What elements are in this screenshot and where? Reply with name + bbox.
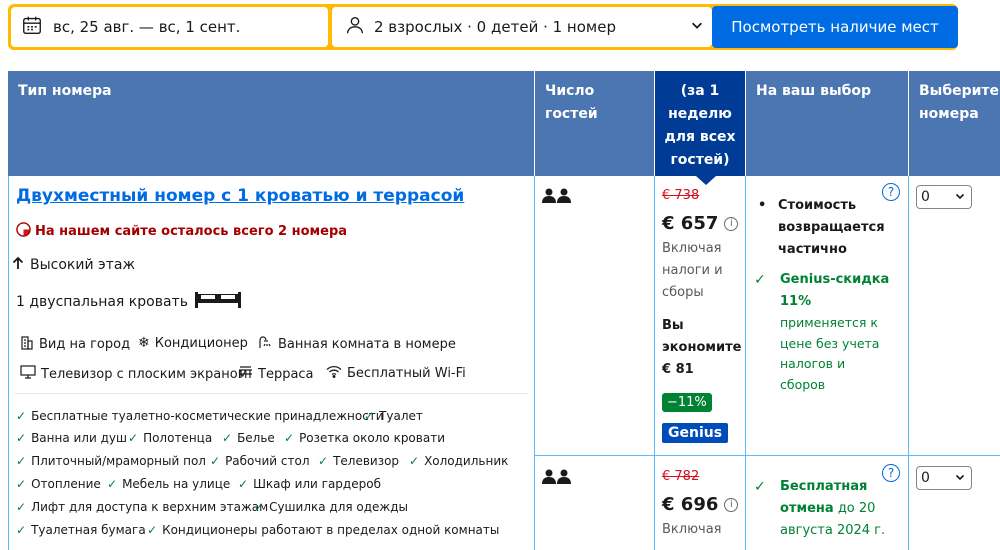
old-price: € 738	[662, 188, 700, 203]
floor-info: Высокий этаж	[12, 256, 135, 274]
shower-icon	[258, 335, 273, 354]
taxes-note: Включая налоги и сборы	[662, 241, 723, 300]
amenity-item: ✓ Ванна или душ	[16, 431, 127, 445]
check-icon: ✓	[284, 431, 295, 445]
check-icon: ✓	[107, 477, 118, 491]
terrace-icon	[238, 365, 253, 383]
amenity-item: ✓ Рабочий стол	[210, 454, 310, 468]
amenity-item: ✓ Розетка около кровати	[284, 431, 445, 445]
double-bed-icon	[194, 291, 242, 313]
amenity-item: ✓ Сушилка для одежды	[254, 500, 409, 514]
check-availability-button[interactable]: Посмотреть наличие мест	[712, 6, 958, 48]
amenity-item: ✓ Бесплатные туалетно-косметические прина…	[16, 409, 384, 423]
wifi-icon	[326, 365, 342, 382]
room-count-select[interactable]: 0	[916, 466, 972, 490]
two-persons-icon	[542, 469, 572, 488]
amenity-item: ✓ Туалетная бумага	[16, 523, 146, 537]
taxes-note: Включая	[662, 522, 722, 537]
header-choice: На ваш выбор	[746, 71, 908, 176]
amenity-item: ✓ Холодильник	[409, 454, 509, 468]
free-cancellation: ✓ Бесплатная отмена до 20 августа 2024 г…	[754, 476, 894, 542]
amenity-item: ✓ Мебель на улице	[107, 477, 231, 491]
check-icon: ✓	[210, 454, 221, 468]
help-icon[interactable]: ?	[882, 183, 900, 201]
amenity-item: ✓ Отопление	[16, 477, 101, 491]
check-icon: ✓	[318, 454, 329, 468]
offer-row-divider	[535, 455, 1000, 456]
header-select: Выберите номера	[909, 71, 1000, 176]
amenity-item: ✓ Туалет	[364, 409, 423, 423]
facility-city-view: Вид на город	[20, 335, 130, 354]
building-icon	[20, 335, 34, 354]
chevron-down-icon	[955, 189, 965, 205]
check-icon: ✓	[254, 500, 265, 514]
two-persons-icon	[542, 188, 572, 207]
bullet-icon: •	[758, 198, 767, 213]
check-icon: ✓	[754, 272, 766, 288]
amenity-item: ✓ Лифт для доступа к верхним этажам	[16, 500, 269, 514]
check-icon: ✓	[754, 479, 766, 495]
col-guests	[535, 176, 655, 550]
facility-bathroom: Ванная комната в номере	[258, 335, 456, 354]
person-icon	[344, 14, 366, 40]
genius-condition: ✓ Genius-скидка 11% применяется к цене б…	[754, 269, 894, 395]
amenity-item: ✓ Полотенца	[128, 431, 213, 445]
amenity-item: ✓ Кондиционеры работают в пределах одной …	[147, 523, 500, 537]
facility-wifi: Бесплатный Wi-Fi	[326, 365, 466, 382]
info-icon[interactable]: i	[724, 497, 739, 512]
refund-condition: • Стоимость возвращается частично	[758, 195, 900, 261]
guests-field[interactable]: 2 взрослых · 0 детей · 1 номер	[332, 7, 712, 47]
header-guests: Число гостей	[535, 71, 654, 176]
check-icon: ✓	[364, 409, 375, 423]
check-icon: ✓	[16, 454, 27, 468]
check-icon: ✓	[147, 523, 158, 537]
clock-alert-icon	[16, 222, 31, 241]
facility-air-conditioning: ❄ Кондиционер	[138, 335, 248, 351]
guests-value: 2 взрослых · 0 детей · 1 номер	[374, 18, 616, 36]
dates-field[interactable]: вс, 25 авг. — вс, 1 сент.	[11, 7, 328, 47]
discount-badge: −11%	[662, 393, 712, 412]
genius-badge: Genius	[662, 423, 729, 443]
scarcity-message: На нашем сайте осталось всего 2 номера	[16, 222, 347, 241]
calendar-icon	[21, 14, 43, 40]
chevron-down-icon	[690, 18, 704, 36]
current-price: € 696 i	[662, 494, 739, 515]
check-icon: ✓	[238, 477, 249, 491]
check-icon: ✓	[222, 431, 233, 445]
check-icon: ✓	[16, 523, 27, 537]
rooms-table: Тип номера Число гостей (за 1 неделю для…	[8, 71, 1000, 550]
check-icon: ✓	[16, 477, 27, 491]
amenities-divider	[14, 393, 528, 394]
check-icon: ✓	[128, 431, 139, 445]
bed-text: 1 двуспальная кровать	[16, 294, 188, 310]
floor-text: Высокий этаж	[30, 257, 136, 273]
savings-text: Вы экономите € 81	[662, 318, 742, 377]
tv-icon	[20, 365, 36, 383]
header-price: (за 1 неделю для всех гостей)	[655, 71, 745, 176]
check-icon: ✓	[409, 454, 420, 468]
facility-flat-tv: Телевизор с плоским экраном	[20, 365, 248, 383]
amenity-item: ✓ Плиточный/мраморный пол	[16, 454, 206, 468]
snowflake-icon: ❄	[138, 335, 150, 351]
room-title-link[interactable]: Двухместный номер с 1 кроватью и террасо…	[16, 186, 464, 206]
check-icon: ✓	[16, 500, 27, 514]
dates-value: вс, 25 авг. — вс, 1 сент.	[53, 18, 241, 36]
room-count-select[interactable]: 0	[916, 185, 972, 209]
chevron-down-icon	[955, 470, 965, 486]
arrow-up-icon	[12, 256, 24, 274]
amenity-item: ✓ Телевизор	[318, 454, 400, 468]
facility-terrace: Терраса	[238, 365, 314, 383]
header-room-type: Тип номера	[8, 71, 534, 176]
amenity-item: ✓ Белье	[222, 431, 275, 445]
bed-info: 1 двуспальная кровать	[16, 291, 242, 313]
info-icon[interactable]: i	[724, 216, 739, 231]
check-icon: ✓	[16, 431, 27, 445]
help-icon[interactable]: ?	[882, 464, 900, 482]
scarcity-text: На нашем сайте осталось всего 2 номера	[35, 224, 348, 239]
current-price: € 657 i	[662, 213, 739, 234]
amenity-item: ✓ Шкаф или гардероб	[238, 477, 381, 491]
check-icon: ✓	[16, 409, 27, 423]
search-bar: вс, 25 авг. — вс, 1 сент. 2 взрослых · 0…	[8, 4, 958, 50]
old-price: € 782	[662, 469, 700, 484]
